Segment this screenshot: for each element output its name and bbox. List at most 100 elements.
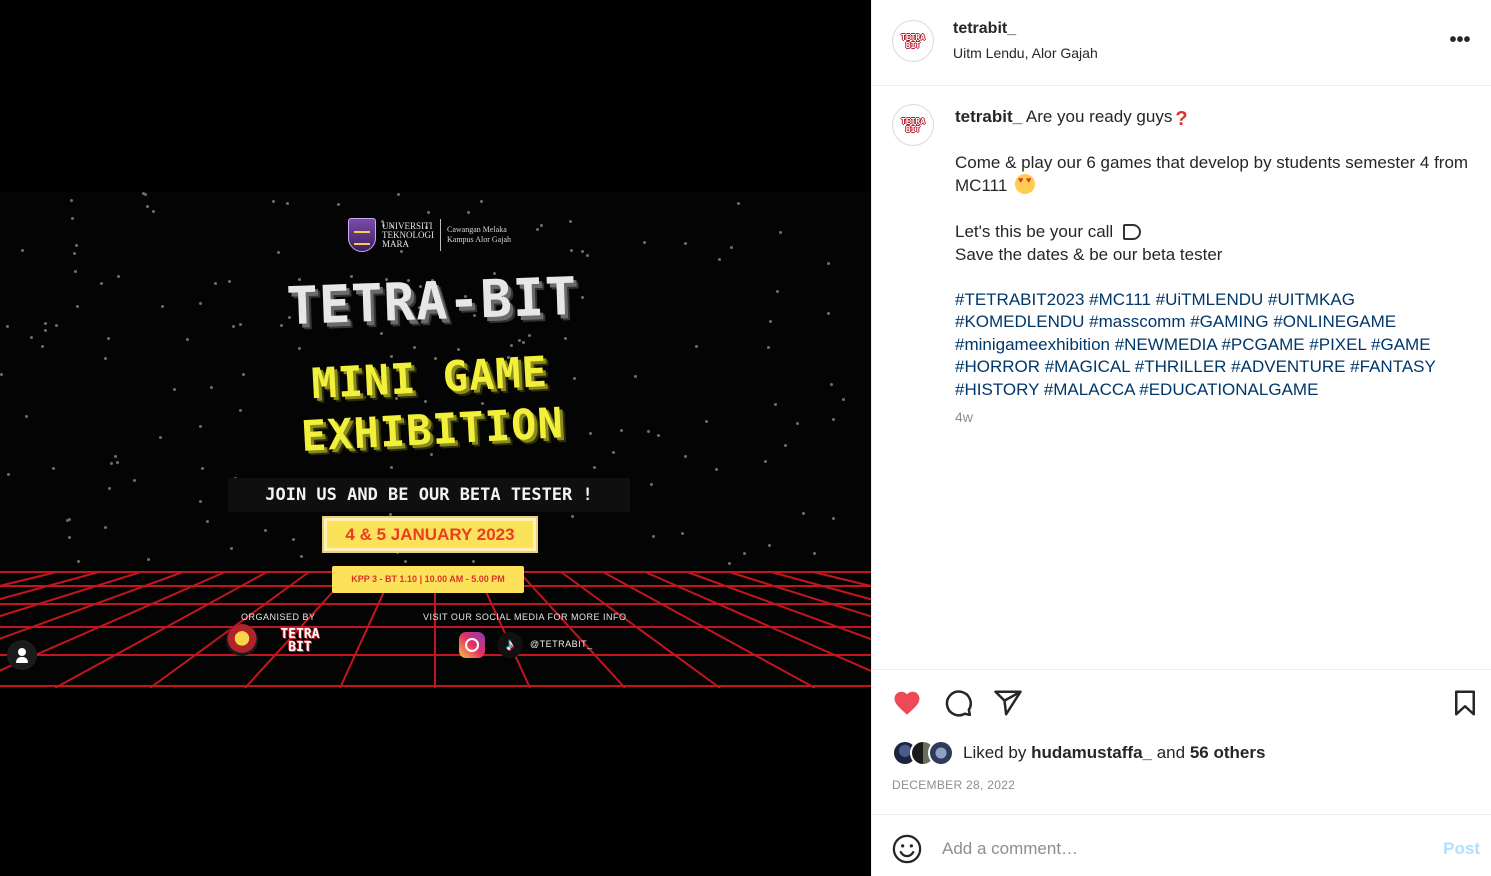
star-dot (569, 220, 572, 223)
caption-timestamp[interactable]: 4w (955, 409, 973, 425)
star-dot (161, 305, 164, 308)
liked-by-text: Liked by hudamustaffa_ and 56 others (963, 740, 1265, 766)
star-dot (144, 193, 147, 196)
star-dot (737, 202, 740, 205)
grid-line (518, 571, 626, 688)
post-media[interactable]: UNIVERSITI TEKNOLOGI MARA Cawangan Melak… (0, 0, 871, 876)
star-dot (71, 217, 74, 220)
star-dot (201, 467, 204, 470)
comment-bar: Post (872, 814, 1491, 876)
star-dot (715, 468, 718, 471)
star-dot (657, 434, 660, 437)
star-dot (55, 324, 58, 327)
star-dot (728, 562, 731, 565)
star-dot (21, 249, 24, 252)
star-dot (695, 345, 698, 348)
star-dot (6, 325, 9, 328)
save-icon[interactable] (1450, 688, 1480, 718)
star-dot (743, 552, 746, 555)
logo-divider (440, 219, 441, 251)
star-dot (7, 473, 10, 476)
star-dot (107, 337, 110, 340)
star-dot (776, 290, 779, 293)
star-dot (802, 512, 805, 515)
star-dot (210, 386, 213, 389)
star-dot (764, 460, 767, 463)
star-dot (652, 535, 655, 538)
heart-icon[interactable] (892, 688, 922, 718)
poster-venue: KPP 3 - BT 1.10 | 10.00 AM - 5.00 PM (332, 566, 524, 593)
star-dot (110, 462, 113, 465)
star-dot (104, 357, 107, 360)
star-dot (173, 388, 176, 391)
star-dot (239, 409, 242, 412)
star-dot (52, 467, 55, 470)
star-dot (228, 280, 231, 283)
liker-avatar[interactable] (928, 740, 954, 766)
caption-line-1: Are you ready guys (1025, 107, 1173, 126)
liked-by-others[interactable]: 56 others (1190, 743, 1266, 762)
star-dot (264, 529, 267, 532)
star-dot (570, 249, 573, 252)
post-comment-button[interactable]: Post (1443, 839, 1480, 859)
star-dot (230, 547, 233, 550)
star-dot (77, 560, 80, 563)
megaphone-emoji-icon (1121, 220, 1143, 240)
caption-avatar[interactable]: TETRA BIT (892, 104, 934, 146)
caption-hashtags[interactable]: #TETRABIT2023 #MC111 #UiTMLENDU #UITMKAG… (955, 289, 1475, 402)
star-dot (100, 282, 103, 285)
star-dot (467, 211, 470, 214)
star-dot (827, 312, 830, 315)
star-dot (586, 254, 589, 257)
star-dot (413, 346, 416, 349)
star-dot (796, 422, 799, 425)
caption-username[interactable]: tetrabit_ (955, 107, 1022, 126)
liked-by-user[interactable]: hudamustaffa_ (1031, 743, 1152, 762)
star-dot (76, 305, 79, 308)
star-dot (74, 270, 77, 273)
question-emoji-icon: ? (1175, 108, 1188, 130)
grid-line (0, 571, 58, 587)
tiktok-icon: ♪ (497, 632, 523, 658)
star-dot (522, 341, 525, 344)
avatar[interactable]: TETRA BIT (892, 20, 934, 62)
star-dot (832, 418, 835, 421)
star-dot (300, 555, 303, 558)
action-bar (872, 670, 1491, 736)
star-dot (272, 200, 275, 203)
share-icon[interactable] (993, 688, 1023, 718)
author-username[interactable]: tetrabit_ (953, 20, 1016, 38)
poster-subtitle: MINI GAME EXHIBITION (273, 344, 588, 464)
comment-input[interactable] (942, 835, 1412, 863)
star-dot (298, 347, 301, 350)
star-dot (647, 430, 650, 433)
instagram-icon (459, 632, 485, 658)
liker-avatars[interactable] (892, 740, 958, 766)
star-dot (214, 282, 217, 285)
post-location[interactable]: Uitm Lendu, Alor Gajah (953, 45, 1098, 61)
star-dot (827, 262, 830, 265)
star-dot (116, 461, 119, 464)
star-dot (41, 345, 44, 348)
more-icon[interactable]: ••• (1448, 28, 1472, 52)
star-dot (186, 338, 189, 341)
emoji-icon[interactable] (892, 834, 922, 864)
star-dot (634, 375, 637, 378)
grid-line (812, 571, 871, 588)
user-tag-icon[interactable] (7, 640, 37, 670)
star-dot (612, 451, 615, 454)
post-side-panel: TETRA BIT tetrabit_ Uitm Lendu, Alor Gaj… (871, 0, 1491, 876)
star-dot (337, 203, 340, 206)
caption-line-3: Let's this be your call (955, 222, 1114, 241)
star-dot (44, 329, 47, 332)
star-dot (146, 205, 149, 208)
star-dot (25, 415, 28, 418)
star-dot (705, 420, 708, 423)
star-dot (681, 532, 684, 535)
poster-title: TETRA-BIT (285, 266, 579, 338)
comment-icon[interactable] (943, 688, 973, 718)
star-dot (650, 483, 653, 486)
star-dot (427, 211, 430, 214)
post-date[interactable]: DECEMBER 28, 2022 (892, 778, 1015, 792)
star-dot (518, 339, 521, 342)
